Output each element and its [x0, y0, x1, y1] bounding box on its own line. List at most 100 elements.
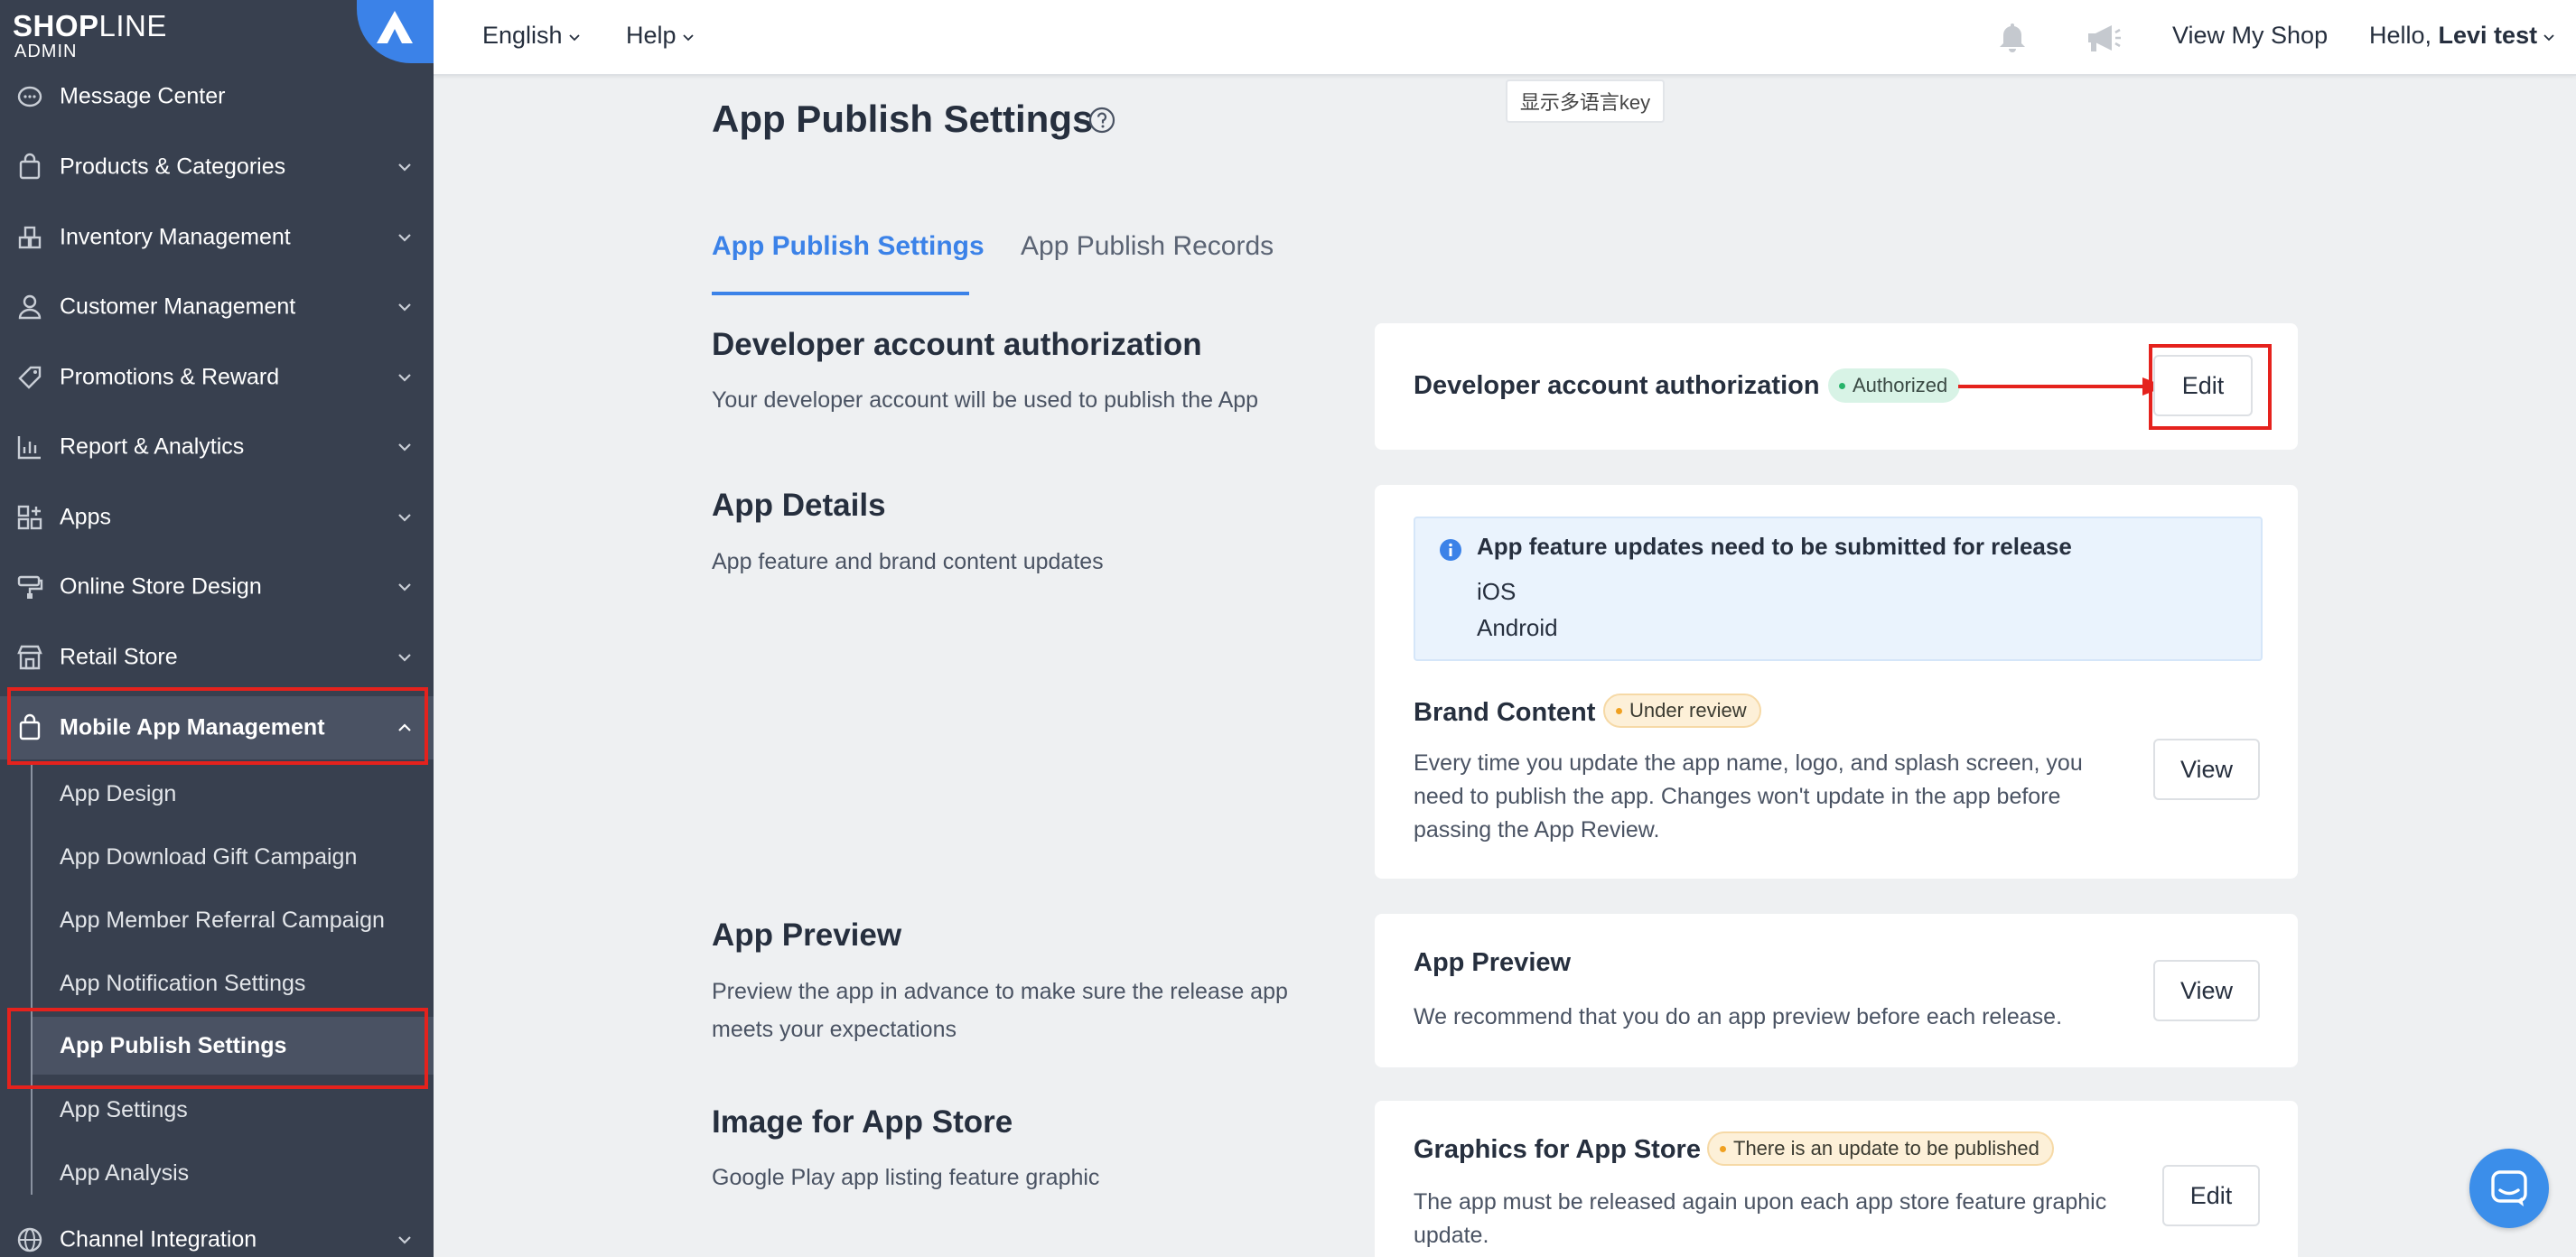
- chat-support-button[interactable]: [2469, 1149, 2549, 1228]
- card-text: We recommend that you do an app preview …: [1414, 1004, 2063, 1029]
- sidebar-item-promotions[interactable]: Promotions & Reward: [0, 346, 434, 409]
- preview-card: App Preview We recommend that you do an …: [1375, 914, 2298, 1067]
- sidebar-item-label: Products & Categories: [60, 154, 286, 180]
- view-brand-content-button[interactable]: View: [2153, 739, 2260, 800]
- chart-icon: [17, 436, 41, 460]
- brand-sub: ADMIN: [14, 42, 78, 61]
- sidebar-item-mobile-app-management[interactable]: Mobile App Management: [0, 696, 434, 759]
- info-title: App feature updates need to be submitted…: [1477, 533, 2072, 560]
- brand-name: SHOPLINE: [13, 9, 167, 42]
- brand-content-text: Every time you update the app name, logo…: [1414, 750, 2083, 843]
- sidebar-item-label: Mobile App Management: [60, 714, 325, 740]
- submenu-item-app-member-referral[interactable]: App Member Referral Campaign: [33, 891, 434, 949]
- boxes-icon: [18, 226, 42, 249]
- sidebar-item-retail-store[interactable]: Retail Store: [0, 626, 434, 689]
- mountain-icon: [377, 11, 413, 43]
- submenu-item-app-analysis[interactable]: App Analysis: [33, 1144, 434, 1202]
- status-dot: [1720, 1145, 1726, 1152]
- chevron-down-icon: [398, 583, 411, 591]
- chevron-down-icon: [568, 34, 580, 42]
- user-menu[interactable]: Hello, Levi test: [2369, 22, 2555, 50]
- sidebar-item-products[interactable]: Products & Categories: [0, 135, 434, 199]
- section-desc-details: App feature and brand content updates: [712, 549, 1104, 574]
- sidebar-item-message-center[interactable]: Message Center: [0, 65, 434, 128]
- info-item-android: Android: [1477, 614, 1558, 641]
- chevron-down-icon: [398, 1236, 411, 1244]
- bell-icon[interactable]: [1993, 18, 2032, 58]
- message-icon: [17, 86, 42, 107]
- section-desc-preview: Preview the app in advance to make sure …: [712, 979, 1288, 1042]
- sidebar-item-customers[interactable]: Customer Management: [0, 275, 434, 339]
- card-title: App Preview: [1414, 948, 1572, 977]
- sidebar-item-label: Inventory Management: [60, 224, 291, 250]
- top-header: English Help View My Shop Hello, Levi te…: [434, 0, 2576, 76]
- brush-icon: [17, 575, 43, 599]
- help-menu[interactable]: Help: [626, 22, 695, 50]
- lang-key-tooltip[interactable]: 显示多语言key: [1506, 79, 1665, 123]
- chevron-down-icon: [398, 443, 411, 452]
- brand-content-title: Brand Content: [1414, 698, 1596, 727]
- info-item-ios: iOS: [1477, 578, 1517, 605]
- submenu-item-app-notification[interactable]: App Notification Settings: [33, 954, 434, 1012]
- card-title: Developer account authorization: [1414, 371, 1820, 400]
- sidebar-item-inventory[interactable]: Inventory Management: [0, 206, 434, 269]
- section-title-details: App Details: [712, 488, 886, 523]
- sidebar-item-apps[interactable]: Apps: [0, 486, 434, 549]
- submenu-item-app-settings[interactable]: App Settings: [33, 1081, 434, 1139]
- chevron-down-icon: [2543, 34, 2554, 42]
- edit-developer-button[interactable]: Edit: [2153, 355, 2253, 416]
- status-dot: [1839, 382, 1845, 389]
- store-icon: [17, 645, 42, 670]
- submenu-item-app-publish-settings[interactable]: App Publish Settings: [33, 1017, 434, 1075]
- sidebar-item-label: Message Center: [60, 83, 226, 109]
- sidebar-item-label: Apps: [60, 504, 111, 530]
- section-title-preview: App Preview: [712, 917, 902, 953]
- section-desc-developer: Your developer account will be used to p…: [712, 387, 1259, 413]
- status-badge-authorized: Authorized: [1828, 368, 1961, 403]
- sidebar-item-label: Report & Analytics: [60, 433, 245, 460]
- sidebar: SHOPLINE ADMIN Message Center Products &…: [0, 0, 434, 1257]
- sidebar-item-label: Promotions & Reward: [60, 364, 280, 390]
- tab-app-publish-records[interactable]: App Publish Records: [1021, 231, 1274, 262]
- chevron-up-icon: [398, 723, 411, 731]
- chevron-down-icon: [398, 163, 411, 172]
- chevron-down-icon: [398, 654, 411, 662]
- sidebar-item-online-store-design[interactable]: Online Store Design: [0, 555, 434, 619]
- status-dot: [1616, 707, 1622, 714]
- language-selector[interactable]: English: [482, 22, 581, 50]
- submenu-item-app-design[interactable]: App Design: [33, 765, 434, 823]
- bag-icon: [19, 153, 41, 180]
- megaphone-icon[interactable]: [2083, 18, 2123, 58]
- section-desc-image: Google Play app listing feature graphic: [712, 1165, 1100, 1190]
- tab-app-publish-settings[interactable]: App Publish Settings: [712, 231, 985, 262]
- active-tab-indicator: [712, 292, 969, 295]
- sidebar-item-reports[interactable]: Report & Analytics: [0, 415, 434, 479]
- status-badge-pending-update: There is an update to be published: [1707, 1131, 2054, 1166]
- chevron-down-icon: [398, 514, 411, 522]
- chevron-down-icon: [398, 303, 411, 312]
- chevron-down-icon: [398, 374, 411, 382]
- developer-card: Developer account authorization Authoriz…: [1375, 323, 2298, 450]
- section-title-developer: Developer account authorization: [712, 327, 1202, 362]
- bag-icon: [19, 713, 41, 740]
- globe-icon: [17, 1227, 42, 1252]
- app-store-graphics-card: Graphics for App Store There is an updat…: [1375, 1101, 2298, 1257]
- sidebar-item-label: Online Store Design: [60, 573, 262, 600]
- view-my-shop-link[interactable]: View My Shop: [2172, 22, 2328, 50]
- sidebar-item-label: Channel Integration: [60, 1226, 257, 1252]
- help-circle-icon[interactable]: [1087, 106, 1116, 135]
- apps-icon: [17, 505, 42, 530]
- status-badge-under-review: Under review: [1603, 694, 1761, 728]
- view-preview-button[interactable]: View: [2153, 960, 2260, 1021]
- person-icon: [18, 294, 42, 320]
- chevron-down-icon: [682, 34, 694, 42]
- sidebar-item-label: Retail Store: [60, 644, 178, 670]
- sidebar-item-channel-integration[interactable]: Channel Integration: [0, 1208, 434, 1257]
- edit-graphics-button[interactable]: Edit: [2162, 1165, 2260, 1226]
- submenu-item-app-download-gift[interactable]: App Download Gift Campaign: [33, 828, 434, 886]
- tag-icon: [18, 366, 42, 389]
- page-title: App Publish Settings: [712, 98, 1094, 140]
- card-text: The app must be released again upon each…: [1414, 1189, 2107, 1248]
- section-title-image: Image for App Store: [712, 1104, 1013, 1140]
- chat-icon: [2491, 1170, 2527, 1206]
